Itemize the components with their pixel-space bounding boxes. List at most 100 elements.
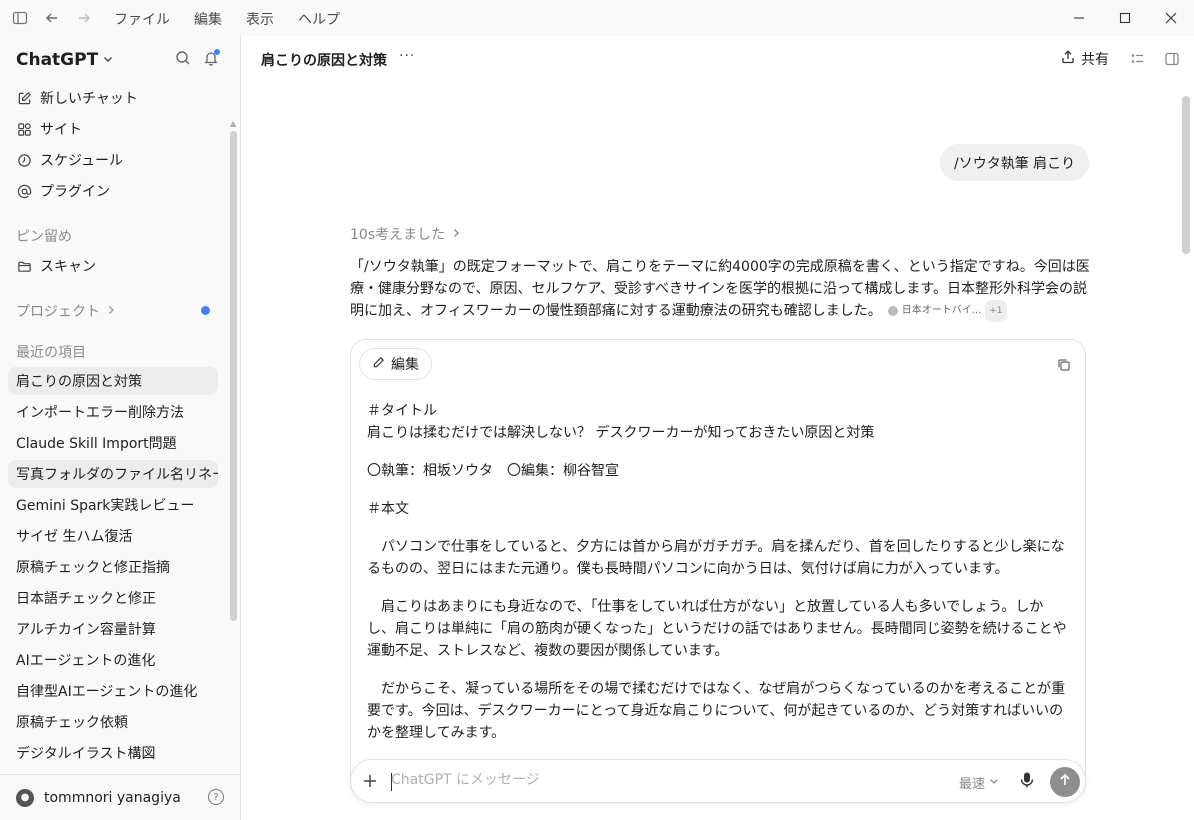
menu-edit[interactable]: 編集 [194,9,222,29]
share-button[interactable]: 共有 [1061,49,1109,69]
projects-header[interactable]: プロジェクト [16,301,116,321]
outline-icon[interactable] [1130,51,1146,71]
assistant-message: 「/ソウタ執筆」の既定フォーマットで、肩こりをテーマに約4000字の完成原稿を書… [350,256,1090,322]
message-composer: 最速 [350,759,1086,803]
avatar: ● [16,788,34,807]
main-scrollbar[interactable] [1182,96,1190,254]
minimize-button[interactable] [1056,0,1102,36]
chevron-down-icon [989,775,999,790]
edit-label: 編集 [391,357,419,373]
sidebar-item-label: プラグイン [40,184,110,200]
new-chat-icon [16,90,32,106]
help-icon[interactable]: ? [208,789,224,805]
recent-header-label: 最近の項目 [16,345,86,361]
chat-history-item[interactable]: 写真フォルダのファイル名リネーム [8,460,218,488]
conversation-title[interactable]: 肩こりの原因と対策 [261,50,387,70]
sidebar-item-scan[interactable]: スキャン [8,252,218,280]
speed-label: 最速 [959,777,986,792]
thought-label: 10s考えました [350,227,446,243]
copy-icon[interactable] [1057,358,1071,376]
sidebar-scroll-up-arrow[interactable]: ▲ [230,119,236,128]
sidebar-item-schedule[interactable]: スケジュール [8,146,218,174]
sidebar-item-new-chat[interactable]: 新しいチャット [8,84,218,112]
window-controls [1056,0,1194,36]
chat-history-item[interactable]: 日本語チェックと修正 [8,584,218,612]
menu-view[interactable]: 表示 [246,9,274,29]
doc-credits: 〇執筆：相坂ソウタ 〇編集：柳谷智宣 [367,463,619,479]
chat-history-item[interactable]: 自律型AIエージェントの進化 [8,677,218,705]
model-switcher[interactable]: ChatGPT [16,50,114,70]
chat-history-label: サイゼ 生ハム復活 [16,529,133,545]
chat-history-label: インポートエラー削除方法 [16,405,184,421]
sidebar-item-plugins[interactable]: プラグイン [8,177,218,205]
pencil-icon [372,356,385,373]
at-icon [16,183,32,199]
chevron-right-icon [106,303,116,319]
chat-history-item[interactable]: 原稿チェック依頼 [8,708,218,736]
chat-history-label: Claude Skill Import問題 [16,436,177,452]
menu-help[interactable]: ヘルプ [298,9,340,29]
document-body[interactable]: ＃タイトル 肩こりは揉むだけでは解決しない？ デスクワーカーが知っておきたい原因… [367,400,1067,760]
chevron-down-icon [102,50,114,70]
chat-history-item[interactable]: AIエージェントの進化 [8,646,218,674]
chat-history-item[interactable]: デジタルイラスト構図 [8,739,218,767]
sidebar-item-label: スケジュール [40,153,124,169]
chat-history-item[interactable]: サイゼ 生ハム復活 [8,522,218,550]
user-profile[interactable]: ● tommnori yanagiya ? [0,774,240,820]
folder-icon [16,258,32,274]
doc-heading-title: ＃タイトル [367,403,437,419]
clock-icon [16,152,32,168]
maximize-button[interactable] [1102,0,1148,36]
user-message-bubble: /ソウタ執筆 肩こり [940,144,1090,181]
search-icon[interactable] [175,50,191,70]
pinned-header-label: ピン留め [16,229,72,245]
chat-history-label: 原稿チェックと修正指摘 [16,560,170,576]
chat-history-label: 日本語チェックと修正 [16,591,156,607]
sidebar-scrollbar[interactable] [230,131,237,621]
thought-toggle[interactable]: 10s考えました [350,224,461,244]
notification-dot [214,49,220,55]
arrow-up-icon [1058,773,1072,791]
user-name: tommnori yanagiya [44,789,181,806]
plus-icon[interactable] [363,769,377,793]
edit-button[interactable]: 編集 [359,348,432,380]
canvas-document: 編集 ＃タイトル 肩こりは揉むだけでは解決しない？ デスクワーカーが知っておきた… [350,339,1086,799]
doc-paragraph: パソコンで仕事をしていると、夕方には首から肩がガチガチ。肩を揉んだり、首を回した… [367,539,1065,577]
sidebar-top-icons [175,49,220,70]
chat-history-item[interactable]: 原稿チェックと修正指摘 [8,553,218,581]
share-label: 共有 [1081,52,1109,68]
doc-paragraph: だからこそ、凝っている場所をその場で揉むだけではなく、なぜ肩がつらくなっているの… [367,681,1066,741]
back-arrow-icon[interactable] [42,8,62,28]
speed-selector[interactable]: 最速 [959,773,999,792]
chat-history-item[interactable]: Gemini Spark実践レビュー [8,491,218,519]
close-window-button[interactable] [1148,0,1194,36]
chat-history-item[interactable]: インポートエラー削除方法 [8,398,218,426]
chat-history-item[interactable]: Claude Skill Import問題 [8,429,218,457]
projects-notification-dot [201,306,210,315]
user-message-text: /ソウタ執筆 肩こり [954,155,1076,172]
chat-history-label: 写真フォルダのファイル名リネーム [16,467,218,483]
sidebar-item-label: スキャン [40,259,96,275]
bell-icon[interactable] [203,49,220,70]
sidebar-toggle-icon[interactable] [10,8,30,28]
send-button[interactable] [1050,767,1080,797]
chat-history-label: Gemini Spark実践レビュー [16,498,195,514]
side-panel-icon[interactable] [1164,51,1180,71]
chat-history-item[interactable]: アルチカイン容量計算 [8,615,218,643]
citation-pill[interactable]: 日本オートバイ... +1 [887,300,1007,322]
title-bar: ファイル 編集 表示 ヘルプ [0,0,1194,36]
forward-arrow-icon[interactable] [74,8,94,28]
chat-history-label: 肩こりの原因と対策 [16,374,142,390]
chat-history-item[interactable]: 肩こりの原因と対策 [8,367,218,395]
menu-file[interactable]: ファイル [114,9,170,29]
chat-history-label: AIエージェントの進化 [16,653,156,669]
sidebar-item-sites[interactable]: サイト [8,115,218,143]
sidebar-item-label: 新しいチャット [40,91,138,107]
message-input[interactable] [391,772,931,788]
sidebar-item-label: サイト [40,122,82,138]
conversation-more-button[interactable]: ··· [399,48,415,64]
chat-history-label: デジタルイラスト構図 [16,746,156,762]
citation-more-count: +1 [985,300,1007,322]
microphone-icon[interactable] [1019,771,1035,793]
text-caret [391,773,392,791]
